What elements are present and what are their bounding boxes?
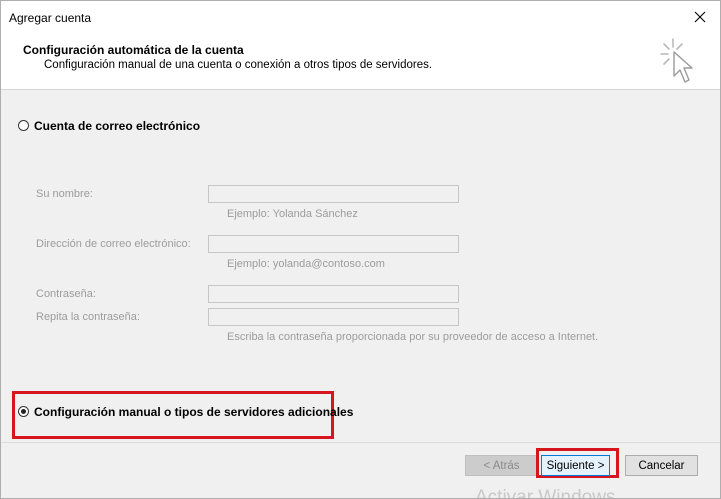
activate-windows-watermark: Activar Windows (475, 487, 616, 499)
back-button[interactable]: < Atrás (465, 455, 538, 476)
header-subtitle: Configuración manual de una cuenta o con… (44, 59, 433, 71)
cancel-button[interactable]: Cancelar (625, 455, 698, 476)
email-account-label[interactable]: Cuenta de correo electrónico (34, 119, 200, 133)
footer-divider (1, 442, 720, 443)
header-title: Configuración automática de la cuenta (23, 43, 244, 57)
email-hint: Ejemplo: yolanda@contoso.com (227, 258, 385, 270)
title-bar: Agregar cuenta (1, 1, 720, 32)
password-hint: Escriba la contraseña proporcionada por … (227, 331, 599, 343)
magic-cursor-icon (660, 38, 693, 83)
password-label: Contraseña: (36, 288, 96, 300)
window-title: Agregar cuenta (9, 11, 92, 25)
manual-config-radio[interactable] (18, 406, 29, 417)
close-icon (694, 11, 706, 22)
repeat-password-field[interactable] (208, 308, 459, 326)
password-field[interactable] (208, 285, 459, 303)
email-field[interactable] (208, 235, 459, 253)
email-account-radio[interactable] (18, 120, 29, 131)
close-button[interactable] (680, 1, 720, 32)
name-field[interactable] (208, 185, 459, 203)
next-button[interactable]: Siguiente > (541, 455, 610, 476)
name-hint: Ejemplo: Yolanda Sánchez (227, 208, 358, 220)
add-account-dialog: Agregar cuenta Configuración automática … (0, 0, 721, 499)
wizard-header: Configuración automática de la cuenta Co… (1, 32, 720, 89)
manual-config-label[interactable]: Configuración manual o tipos de servidor… (34, 405, 353, 419)
email-label: Dirección de correo electrónico: (36, 238, 191, 250)
repeat-password-label: Repita la contraseña: (36, 311, 140, 323)
name-label: Su nombre: (36, 188, 93, 200)
